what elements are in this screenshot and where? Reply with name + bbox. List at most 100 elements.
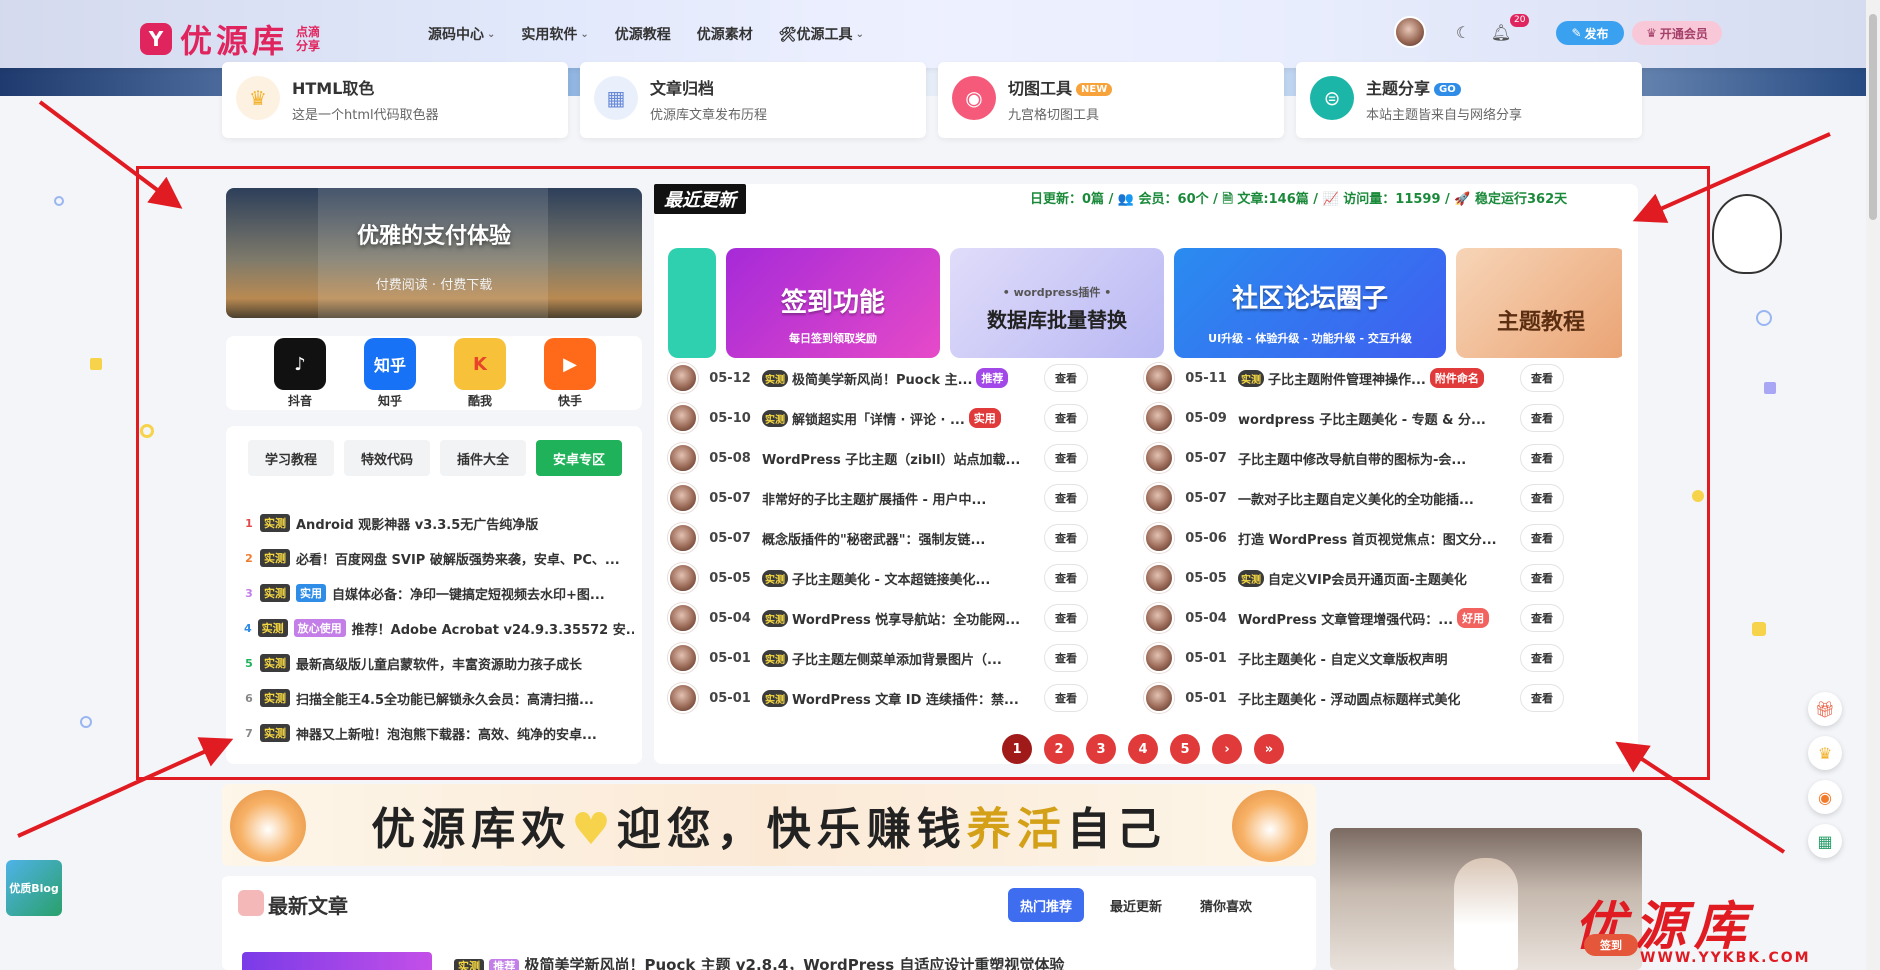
crown-icon[interactable]: ♛ — [1808, 736, 1842, 770]
tab-learning[interactable]: 学习教程 — [248, 440, 334, 476]
post-title[interactable]: WordPress 文章管理增强代码：... 好用 — [1238, 608, 1512, 628]
site-logo[interactable]: Y 优源库 点滴分享 — [140, 16, 326, 62]
nav-materials[interactable]: 优源素材 — [697, 24, 753, 44]
tool-card-color-picker[interactable]: ♛ HTML取色 这是一个html代码取色器 — [222, 62, 568, 138]
view-button[interactable]: 查看 — [1044, 564, 1088, 592]
post-row[interactable]: 05-01 实测 子比主题左侧菜单添加背景图片（... 查看 — [668, 640, 1088, 676]
nav-source-center[interactable]: 源码中心 ⌄ — [428, 24, 495, 44]
post-row[interactable]: 05-05 实测 子比主题美化 - 文本超链接美化... 查看 — [668, 560, 1088, 596]
post-row[interactable]: 05-01 子比主题美化 - 自定义文章版权声明 查看 — [1144, 640, 1564, 676]
article-first-title[interactable]: 实测 推荐 极简美学新风尚！Puock 主题 v2.8.4，WordPress … — [454, 954, 1064, 970]
page-5[interactable]: 5 — [1170, 734, 1200, 764]
view-button[interactable]: 查看 — [1520, 444, 1564, 472]
article-thumbnail[interactable] — [242, 952, 432, 970]
nav-tutorials[interactable]: 优源教程 — [615, 24, 671, 44]
publish-button[interactable]: ✎ 发布 — [1556, 21, 1624, 45]
view-button[interactable]: 查看 — [1044, 604, 1088, 632]
view-button[interactable]: 查看 — [1044, 684, 1088, 712]
page-last[interactable]: » — [1254, 734, 1284, 764]
list-item[interactable]: 3 实测 实用 自媒体必备：净印一键搞定短视频去水印+图... — [244, 576, 634, 610]
post-row[interactable]: 05-05 实测 自定义VIP会员开通页面-主题美化 查看 — [1144, 560, 1564, 596]
carousel-slide[interactable]: • wordpress插件 • 数据库批量替换 — [950, 248, 1164, 358]
post-row[interactable]: 05-06 打造 WordPress 首页视觉焦点：图文分... 查看 — [1144, 520, 1564, 556]
gift-icon[interactable]: 🎁︎ — [1808, 692, 1842, 726]
app-douyin[interactable]: ♪ 抖音 — [270, 338, 330, 409]
view-button[interactable]: 查看 — [1520, 524, 1564, 552]
tab-effects[interactable]: 特效代码 — [344, 440, 430, 476]
post-title[interactable]: 实测 解锁超实用「详情 · 评论 · ... 实用 — [762, 408, 1036, 428]
post-title[interactable]: 非常好的子比主题扩展插件 - 用户中... — [762, 489, 1036, 508]
blog-cube-icon[interactable]: 优质Blog — [6, 860, 62, 916]
nav-software[interactable]: 实用软件 ⌄ — [521, 24, 588, 44]
payment-promo-banner[interactable]: 优雅的支付体验 付费阅读 · 付费下载 — [226, 188, 642, 318]
view-button[interactable]: 查看 — [1520, 404, 1564, 432]
view-button[interactable]: 查看 — [1044, 364, 1088, 392]
page-1[interactable]: 1 — [1002, 734, 1032, 764]
tool-card-archive[interactable]: ▦ 文章归档 优源库文章发布历程 — [580, 62, 926, 138]
welcome-banner[interactable]: 优源库欢♥迎您，快乐赚钱养活自己 — [222, 784, 1316, 866]
list-item[interactable]: 1 实测 Android 观影神器 v3.3.5无广告纯净版 — [244, 506, 634, 540]
author-avatar[interactable] — [1144, 363, 1174, 393]
vip-button[interactable]: ♛ 开通会员 — [1632, 21, 1722, 45]
tool-card-slicer[interactable]: ◉ 切图工具 NEW 九宫格切图工具 — [938, 62, 1284, 138]
carousel-slide[interactable] — [668, 248, 716, 358]
page-4[interactable]: 4 — [1128, 734, 1158, 764]
post-title[interactable]: 实测 WordPress 文章 ID 连续插件：禁... — [762, 689, 1036, 708]
view-button[interactable]: 查看 — [1520, 644, 1564, 672]
post-row[interactable]: 05-07 子比主题中修改导航自带的图标为-会... 查看 — [1144, 440, 1564, 476]
app-kuwo[interactable]: K 酷我 — [450, 338, 510, 409]
post-row[interactable]: 05-10 实测 解锁超实用「详情 · 评论 · ... 实用 查看 — [668, 400, 1088, 436]
author-avatar[interactable] — [1144, 603, 1174, 633]
bell-icon[interactable]: 🔔︎ — [1490, 22, 1512, 44]
view-button[interactable]: 查看 — [1520, 364, 1564, 392]
carousel-slide[interactable]: 签到功能 每日签到领取奖励 — [726, 248, 940, 358]
post-title[interactable]: 打造 WordPress 首页视觉焦点：图文分... — [1238, 529, 1512, 548]
list-item[interactable]: 6 实测 扫描全能王4.5全功能已解锁永久会员：高清扫描... — [244, 681, 634, 715]
author-avatar[interactable] — [1144, 523, 1174, 553]
tab-plugins[interactable]: 插件大全 — [440, 440, 526, 476]
view-button[interactable]: 查看 — [1044, 444, 1088, 472]
post-title[interactable]: 实测 WordPress 悦享导航站：全功能网... — [762, 609, 1036, 628]
post-title[interactable]: WordPress 子比主题（zibll）站点加载... — [762, 449, 1036, 468]
author-avatar[interactable] — [1144, 403, 1174, 433]
post-row[interactable]: 05-12 实测 极简美学新风尚！Puock 主... 推荐 查看 — [668, 360, 1088, 396]
nav-tools[interactable]: 🛠优源工具 ⌄ — [779, 24, 864, 44]
author-avatar[interactable] — [668, 563, 698, 593]
tab-hot[interactable]: 热门推荐 — [1008, 888, 1085, 922]
carousel-slide[interactable]: 主题教程 — [1456, 248, 1622, 358]
qrcode-icon[interactable]: ▦ — [1808, 824, 1842, 858]
view-button[interactable]: 查看 — [1044, 524, 1088, 552]
moon-icon[interactable]: ☾ — [1452, 22, 1474, 44]
post-title[interactable]: 实测 子比主题附件管理神操作... 附件命名 — [1238, 368, 1512, 388]
sign-in-button[interactable]: 签到 — [1584, 934, 1638, 956]
tool-card-theme-share[interactable]: ⊜ 主题分享 GO 本站主题皆来自与网络分享 — [1296, 62, 1642, 138]
list-item[interactable]: 2 实测 必看！百度网盘 SVIP 破解版强势来袭，安卓、PC、... — [244, 541, 634, 575]
carousel-slide[interactable]: 社区论坛圈子 UI升级 - 体验升级 - 功能升级 - 交互升级 — [1174, 248, 1446, 358]
author-avatar[interactable] — [1144, 443, 1174, 473]
view-button[interactable]: 查看 — [1520, 564, 1564, 592]
post-title[interactable]: 一款对子比主题自定义美化的全功能插... — [1238, 489, 1512, 508]
post-title[interactable]: 实测 极简美学新风尚！Puock 主... 推荐 — [762, 368, 1036, 388]
tab-guess[interactable]: 猜你喜欢 — [1188, 888, 1264, 922]
list-item[interactable]: 4 实测 放心使用 推荐！Adobe Acrobat v24.9.3.35572 安.… — [244, 611, 634, 645]
tab-android[interactable]: 安卓专区 — [536, 440, 622, 476]
list-item[interactable]: 5 实测 最新高级版儿童启蒙软件，丰富资源助力孩子成长 — [244, 646, 634, 680]
post-row[interactable]: 05-09 wordpress 子比主题美化 - 专题 & 分... 查看 — [1144, 400, 1564, 436]
page-3[interactable]: 3 — [1086, 734, 1116, 764]
post-title[interactable]: 实测 子比主题美化 - 文本超链接美化... — [762, 569, 1036, 588]
author-avatar[interactable] — [668, 363, 698, 393]
post-row[interactable]: 05-11 实测 子比主题附件管理神操作... 附件命名 查看 — [1144, 360, 1564, 396]
list-item[interactable]: 7 实测 神器又上新啦！泡泡熊下载器：高效、纯净的安卓... — [244, 716, 634, 750]
post-row[interactable]: 05-07 非常好的子比主题扩展插件 - 用户中... 查看 — [668, 480, 1088, 516]
post-title[interactable]: 实测 子比主题左侧菜单添加背景图片（... — [762, 649, 1036, 668]
app-kuaishou[interactable]: ▶ 快手 — [540, 338, 600, 409]
post-title[interactable]: 子比主题中修改导航自带的图标为-会... — [1238, 449, 1512, 468]
view-button[interactable]: 查看 — [1044, 404, 1088, 432]
coin-icon[interactable]: ◉ — [1808, 780, 1842, 814]
post-row[interactable]: 05-01 子比主题美化 - 浮动圆点标题样式美化 查看 — [1144, 680, 1564, 716]
view-button[interactable]: 查看 — [1044, 644, 1088, 672]
view-button[interactable]: 查看 — [1520, 684, 1564, 712]
post-row[interactable]: 05-07 概念版插件的"秘密武器"：强制友链... 查看 — [668, 520, 1088, 556]
post-title[interactable]: wordpress 子比主题美化 - 专题 & 分... — [1238, 409, 1512, 428]
author-avatar[interactable] — [668, 403, 698, 433]
